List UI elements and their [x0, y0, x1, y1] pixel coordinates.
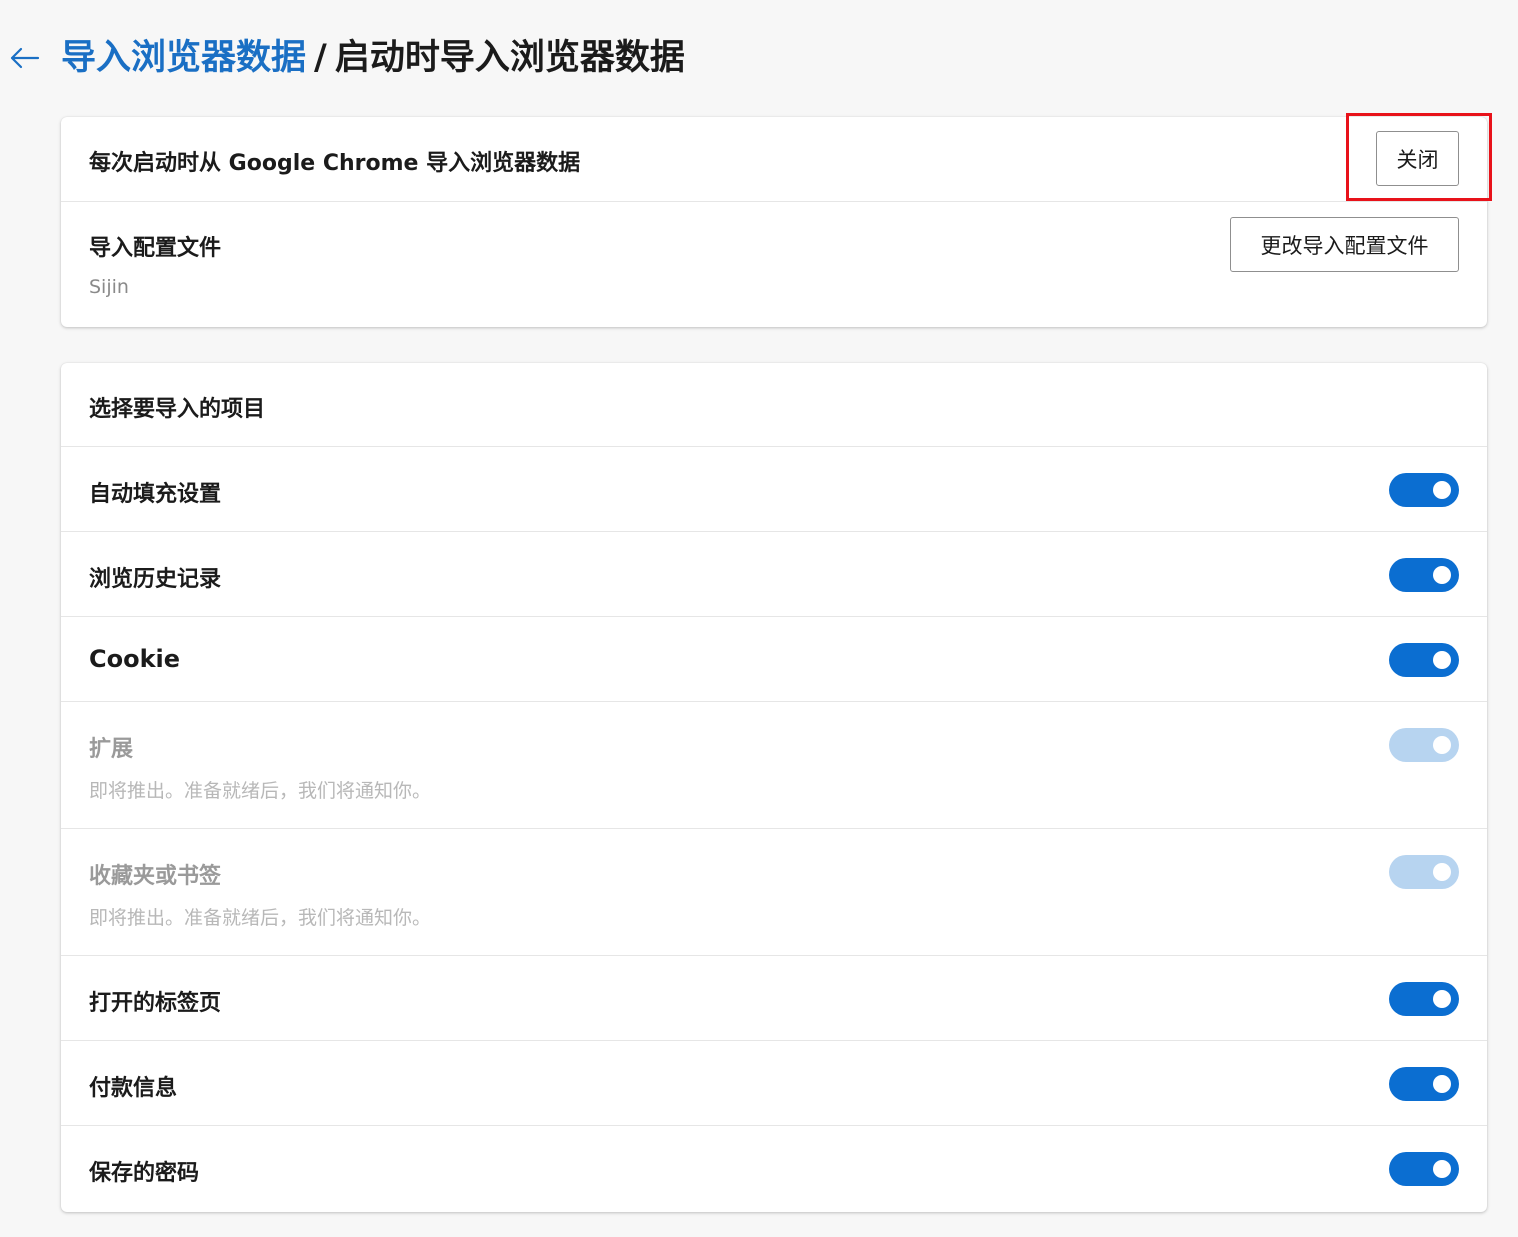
toggle-knob	[1433, 651, 1451, 669]
toggle-knob	[1433, 1075, 1451, 1093]
toggle-knob	[1433, 990, 1451, 1008]
breadcrumb-link-import-data[interactable]: 导入浏览器数据	[61, 38, 306, 78]
breadcrumb-separator: /	[314, 38, 327, 78]
highlight-box	[1346, 113, 1492, 201]
toggle-open-tabs[interactable]	[1389, 982, 1459, 1016]
import-item-autofill: 自动填充设置	[61, 447, 1487, 532]
startup-import-label: 每次启动时从 Google Chrome 导入浏览器数据	[89, 151, 581, 176]
toggle-knob	[1433, 1160, 1451, 1178]
import-item-extensions: 扩展 即将推出。准备就绪后，我们将通知你。	[61, 702, 1487, 829]
toggle-extensions	[1389, 728, 1459, 762]
import-item-label: 付款信息	[89, 1076, 178, 1101]
import-item-label: 收藏夹或书签	[89, 864, 222, 889]
toggle-history[interactable]	[1389, 558, 1459, 592]
startup-import-row: 每次启动时从 Google Chrome 导入浏览器数据 关闭	[61, 117, 1487, 202]
toggle-passwords[interactable]	[1389, 1152, 1459, 1186]
import-item-payment: 付款信息	[61, 1041, 1487, 1126]
page-title: 启动时导入浏览器数据	[334, 38, 685, 78]
import-item-history: 浏览历史记录	[61, 532, 1487, 617]
import-item-label: 打开的标签页	[89, 991, 222, 1016]
import-item-label: 浏览历史记录	[89, 567, 222, 592]
change-profile-button[interactable]: 更改导入配置文件	[1230, 217, 1459, 272]
import-item-label: 保存的密码	[89, 1161, 200, 1186]
toggle-knob	[1433, 736, 1451, 754]
import-item-label: 自动填充设置	[89, 482, 222, 507]
import-profile-label: 导入配置文件	[89, 236, 222, 261]
toggle-autofill[interactable]	[1389, 473, 1459, 507]
items-section-title: 选择要导入的项目	[89, 397, 266, 422]
import-items-card: 选择要导入的项目 自动填充设置 浏览历史记录 Cookie 扩展 即将推出。准备…	[61, 363, 1487, 1212]
import-item-passwords: 保存的密码	[61, 1126, 1487, 1212]
import-settings-card: 每次启动时从 Google Chrome 导入浏览器数据 关闭 导入配置文件 S…	[61, 117, 1487, 327]
import-item-note: 即将推出。准备就绪后，我们将通知你。	[89, 907, 432, 929]
toggle-cookie[interactable]	[1389, 643, 1459, 677]
toggle-knob	[1433, 863, 1451, 881]
back-button[interactable]	[4, 38, 44, 78]
import-item-label: Cookie	[89, 645, 181, 673]
import-profile-row: 导入配置文件 Sijin 更改导入配置文件	[61, 202, 1487, 327]
import-item-note: 即将推出。准备就绪后，我们将通知你。	[89, 780, 432, 802]
import-item-open-tabs: 打开的标签页	[61, 956, 1487, 1041]
import-profile-value: Sijin	[89, 276, 129, 298]
items-section-header: 选择要导入的项目	[61, 363, 1487, 447]
breadcrumb: 导入浏览器数据 / 启动时导入浏览器数据	[61, 34, 685, 82]
toggle-knob	[1433, 566, 1451, 584]
arrow-left-icon	[10, 47, 40, 69]
import-item-cookie: Cookie	[61, 617, 1487, 702]
toggle-favorites	[1389, 855, 1459, 889]
import-item-favorites: 收藏夹或书签 即将推出。准备就绪后，我们将通知你。	[61, 829, 1487, 956]
toggle-knob	[1433, 481, 1451, 499]
page-header: 导入浏览器数据 / 启动时导入浏览器数据	[0, 24, 1518, 92]
import-item-label: 扩展	[89, 737, 134, 762]
toggle-payment[interactable]	[1389, 1067, 1459, 1101]
